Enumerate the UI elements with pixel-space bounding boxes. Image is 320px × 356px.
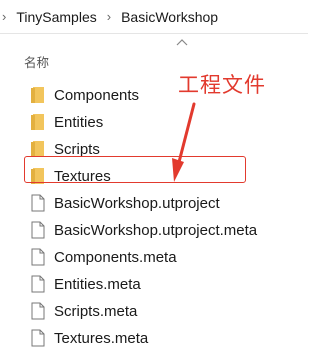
arrow-icon bbox=[172, 102, 196, 182]
list-item-folder[interactable]: Components bbox=[30, 84, 139, 106]
annotation-label: 工程文件 bbox=[178, 73, 266, 97]
file-icon bbox=[30, 221, 46, 239]
folder-icon bbox=[30, 86, 46, 104]
folder-icon bbox=[30, 113, 46, 131]
item-name: Components.meta bbox=[54, 248, 177, 266]
item-name: Components bbox=[54, 86, 140, 104]
chevron-up-icon[interactable] bbox=[176, 38, 188, 46]
breadcrumb: › TinySamples › BasicWorkshop bbox=[0, 0, 308, 34]
chevron-right-icon[interactable]: › bbox=[107, 9, 111, 24]
breadcrumb-item-basicworkshop[interactable]: BasicWorkshop bbox=[121, 9, 218, 25]
list-item-file[interactable]: Entities.meta bbox=[30, 273, 141, 295]
file-icon bbox=[30, 194, 46, 212]
highlight-box bbox=[24, 156, 246, 183]
file-icon bbox=[30, 248, 46, 266]
file-icon bbox=[30, 275, 46, 293]
list-item-file[interactable]: Textures.meta bbox=[30, 327, 148, 349]
item-name: Scripts bbox=[54, 140, 100, 158]
breadcrumb-item-tinysamples[interactable]: TinySamples bbox=[16, 9, 96, 25]
list-item-folder[interactable]: Entities bbox=[30, 111, 103, 133]
list-item-file[interactable]: BasicWorkshop.utproject bbox=[30, 192, 220, 214]
item-name: Scripts.meta bbox=[54, 302, 138, 320]
chevron-right-icon[interactable]: › bbox=[2, 9, 6, 24]
list-item-file[interactable]: Scripts.meta bbox=[30, 300, 137, 322]
column-header-name[interactable]: 名称 bbox=[24, 52, 49, 71]
item-name: Textures.meta bbox=[54, 329, 149, 347]
file-icon bbox=[30, 329, 46, 347]
item-name: BasicWorkshop.utproject.meta bbox=[54, 221, 258, 239]
list-item-file[interactable]: BasicWorkshop.utproject.meta bbox=[30, 219, 257, 241]
list-item-file[interactable]: Components.meta bbox=[30, 246, 177, 268]
item-name: Entities bbox=[54, 113, 104, 131]
item-name: BasicWorkshop.utproject bbox=[54, 194, 220, 212]
file-icon bbox=[30, 302, 46, 320]
item-name: Entities.meta bbox=[54, 275, 141, 293]
